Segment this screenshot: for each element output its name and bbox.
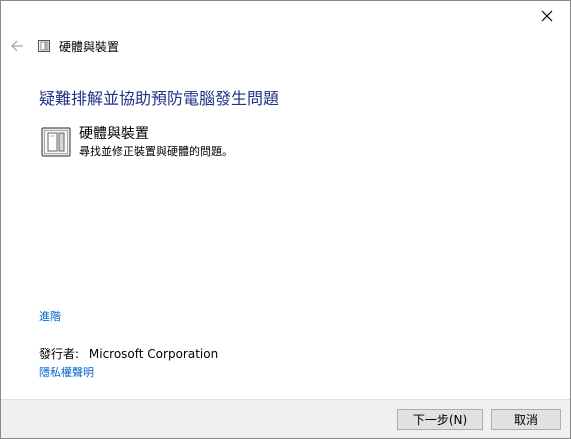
- troubleshooter-item[interactable]: 硬體與裝置 尋找並修正裝置與硬體的問題。: [39, 125, 233, 159]
- publisher-label: 發行者:: [39, 347, 80, 361]
- publisher-value: Microsoft Corporation: [88, 347, 219, 361]
- footer-bar: 下一步(N) 取消: [1, 399, 570, 438]
- hardware-device-icon: [36, 38, 52, 54]
- troubleshooter-item-description: 尋找並修正裝置與硬體的問題。: [79, 145, 233, 158]
- nav-bar: 硬體與裝置: [1, 35, 570, 57]
- next-button[interactable]: 下一步(N): [397, 409, 483, 430]
- hardware-device-icon: [39, 125, 73, 159]
- troubleshooter-item-title: 硬體與裝置: [79, 126, 149, 142]
- troubleshooter-window: 硬體與裝置 疑難排解並協助預防電腦發生問題 硬體與裝置 尋找並修正裝置與硬體的問…: [0, 0, 571, 439]
- close-icon: [541, 10, 553, 22]
- troubleshooter-item-text: 硬體與裝置 尋找並修正裝置與硬體的問題。: [79, 125, 233, 159]
- back-button[interactable]: [6, 35, 28, 57]
- page-title: 疑難排解並協助預防電腦發生問題: [39, 89, 280, 108]
- nav-title: 硬體與裝置: [59, 39, 120, 54]
- close-button[interactable]: [524, 1, 570, 31]
- publisher-info: 發行者: Microsoft Corporation: [39, 345, 218, 362]
- cancel-button[interactable]: 取消: [491, 409, 561, 430]
- privacy-statement-link[interactable]: 隱私權聲明: [39, 364, 94, 380]
- back-arrow-icon: [11, 40, 23, 52]
- advanced-link[interactable]: 進階: [39, 308, 61, 324]
